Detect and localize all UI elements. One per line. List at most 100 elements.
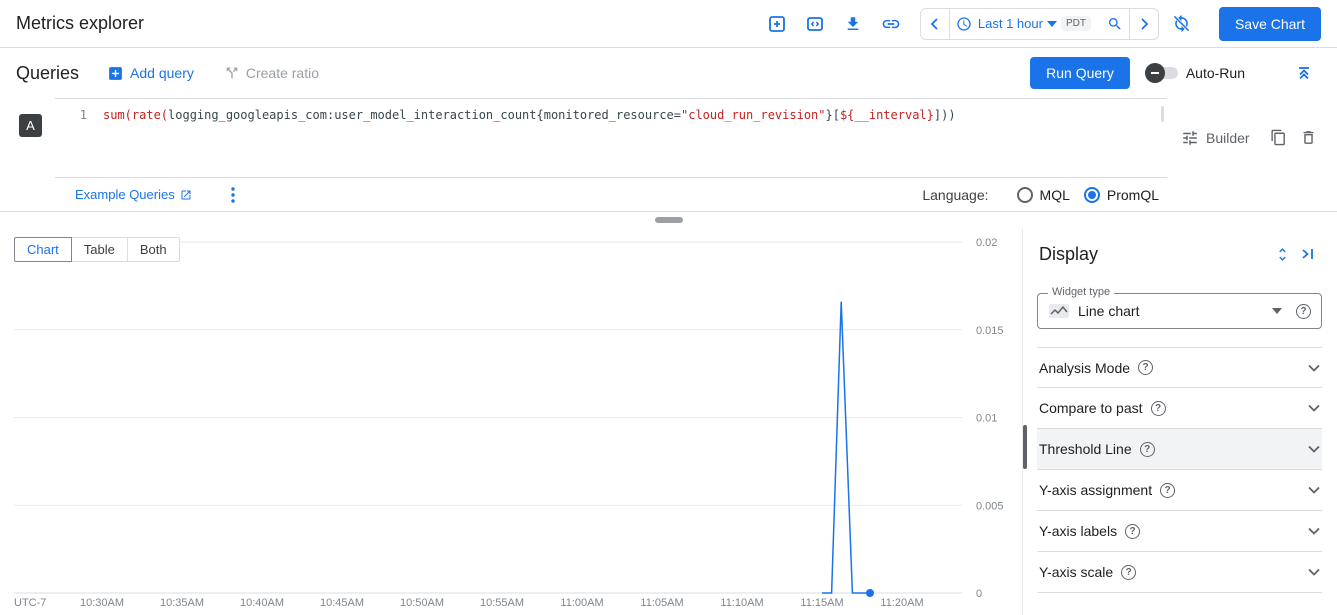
widget-type-label: Widget type (1048, 286, 1114, 298)
add-query-button[interactable]: Add query (107, 65, 194, 82)
download-icon (844, 15, 862, 33)
help-icon[interactable] (1125, 524, 1140, 539)
expand-all-button[interactable] (1269, 241, 1295, 267)
embed-chart-button[interactable] (800, 9, 830, 39)
scrollbar-thumb[interactable] (1023, 425, 1027, 469)
editor-scrollbar[interactable] (1161, 106, 1164, 122)
auto-run-toggle[interactable] (1148, 67, 1178, 79)
widget-type-value: Line chart (1078, 303, 1139, 319)
auto-refresh-off-button[interactable] (1167, 9, 1197, 39)
help-icon[interactable] (1140, 442, 1155, 457)
section-threshold-line[interactable]: Threshold Line (1037, 429, 1322, 470)
query-code-line[interactable]: sum(rate(logging_googleapis_com:user_mod… (103, 108, 956, 177)
section-y-axis-labels[interactable]: Y-axis labels (1037, 511, 1322, 552)
view-tabs: Chart Table Both (14, 237, 180, 262)
auto-refresh-off-icon (1172, 14, 1191, 33)
section-compare-to-past[interactable]: Compare to past (1037, 388, 1322, 429)
display-header: Display (1023, 229, 1337, 267)
x-tick-label: 10:35AM (160, 597, 204, 609)
collapse-up-icon (1296, 65, 1312, 81)
radio-promql[interactable]: PromQL (1084, 187, 1159, 203)
editor-right-controls: Builder (1167, 98, 1337, 177)
save-chart-button[interactable]: Save Chart (1219, 7, 1321, 41)
series-line (822, 302, 870, 593)
section-y-axis-assignment[interactable]: Y-axis assignment (1037, 470, 1322, 511)
chevron-left-icon (927, 16, 943, 32)
help-icon[interactable] (1138, 360, 1153, 375)
add-to-dashboard-icon (768, 15, 786, 33)
builder-button[interactable]: Builder (1181, 129, 1250, 147)
help-icon[interactable] (1151, 401, 1166, 416)
zoom-chart-button[interactable] (1101, 9, 1129, 39)
chevron-down-icon (1308, 527, 1320, 535)
toggle-knob (1145, 63, 1165, 83)
code-editor-area[interactable]: 1 sum(rate(logging_googleapis_com:user_m… (55, 99, 1167, 178)
tab-both[interactable]: Both (127, 237, 180, 262)
code-token: }[ (826, 108, 840, 122)
time-back-button[interactable] (921, 9, 949, 39)
example-queries-link[interactable]: Example Queries (75, 187, 192, 202)
query-menu-button[interactable] (218, 180, 248, 210)
timezone-badge: PDT (1061, 16, 1091, 31)
series-end-dot[interactable] (866, 589, 874, 597)
section-label: Compare to past (1039, 400, 1143, 416)
embed-chart-icon (806, 15, 824, 33)
time-range-control: Last 1 hour PDT (920, 8, 1159, 40)
time-forward-button[interactable] (1129, 9, 1158, 39)
collapse-panel-button[interactable] (1295, 241, 1321, 267)
copy-icon (1270, 129, 1287, 146)
x-tick-label: 11:00AM (560, 597, 603, 609)
query-editor: 1 sum(rate(logging_googleapis_com:user_m… (55, 98, 1167, 211)
y-tick-label: 0.01 (976, 413, 997, 425)
section-label: Y-axis labels (1039, 523, 1117, 539)
tab-chart[interactable]: Chart (14, 237, 72, 262)
display-title: Display (1039, 244, 1098, 265)
pane-resize-handle[interactable] (655, 217, 683, 223)
code-token: {monitored_resource= (537, 108, 682, 122)
line-chart-icon (1048, 303, 1070, 319)
y-tick-label: 0.015 (976, 325, 1004, 337)
x-tick-label: 10:30AM (80, 597, 124, 609)
radio-mql-label: MQL (1040, 187, 1070, 203)
y-tick-label: 0 (976, 588, 982, 600)
x-axis-timezone-label: UTC-7 (14, 597, 46, 609)
editor-footer: Example Queries Language: MQL PromQL (55, 178, 1167, 211)
chevron-right-icon (1136, 16, 1152, 32)
example-queries-label: Example Queries (75, 187, 175, 202)
widget-type-help-icon[interactable] (1296, 304, 1311, 319)
caret-down-icon (1047, 21, 1057, 27)
header-toolbar: Last 1 hour PDT Save Chart (762, 7, 1321, 41)
section-y-axis-scale[interactable]: Y-axis scale (1037, 552, 1322, 593)
queries-title: Queries (16, 63, 79, 84)
tab-table[interactable]: Table (71, 237, 128, 262)
queries-bar: Queries Add query Create ratio Run Query… (0, 49, 1337, 97)
widget-type-select[interactable]: Widget type Line chart (1037, 293, 1322, 329)
time-range-label: Last 1 hour (978, 16, 1043, 31)
create-ratio-button[interactable]: Create ratio (224, 65, 319, 81)
help-icon[interactable] (1121, 565, 1136, 580)
delete-query-button[interactable] (1293, 123, 1323, 153)
time-range-dropdown[interactable]: Last 1 hour PDT (949, 9, 1101, 39)
x-tick-label: 11:15AM (800, 597, 843, 609)
help-icon[interactable] (1160, 483, 1175, 498)
collapse-queries-button[interactable] (1289, 58, 1319, 88)
radio-promql-label: PromQL (1107, 187, 1159, 203)
builder-label: Builder (1206, 130, 1250, 146)
radio-mql[interactable]: MQL (1017, 187, 1070, 203)
create-ratio-icon (224, 65, 240, 81)
display-panel: Display Widget type Line chart Analysis … (1022, 229, 1337, 615)
copy-link-button[interactable] (876, 9, 906, 39)
code-token: ])) (934, 108, 956, 122)
add-to-dashboard-button[interactable] (762, 9, 792, 39)
section-analysis-mode[interactable]: Analysis Mode (1037, 347, 1322, 388)
download-button[interactable] (838, 9, 868, 39)
line-chart[interactable]: 00.0050.010.0150.02UTC-710:30AM10:35AM10… (0, 229, 1014, 615)
add-box-icon (107, 65, 124, 82)
page-title: Metrics explorer (16, 13, 144, 34)
run-query-button[interactable]: Run Query (1030, 57, 1130, 89)
duplicate-query-button[interactable] (1263, 123, 1293, 153)
section-label: Y-axis assignment (1039, 482, 1152, 498)
caret-down-icon (1272, 308, 1282, 314)
code-token: logging_googleapis_com:user_model_intera… (168, 108, 536, 122)
chevron-down-icon (1308, 364, 1320, 372)
